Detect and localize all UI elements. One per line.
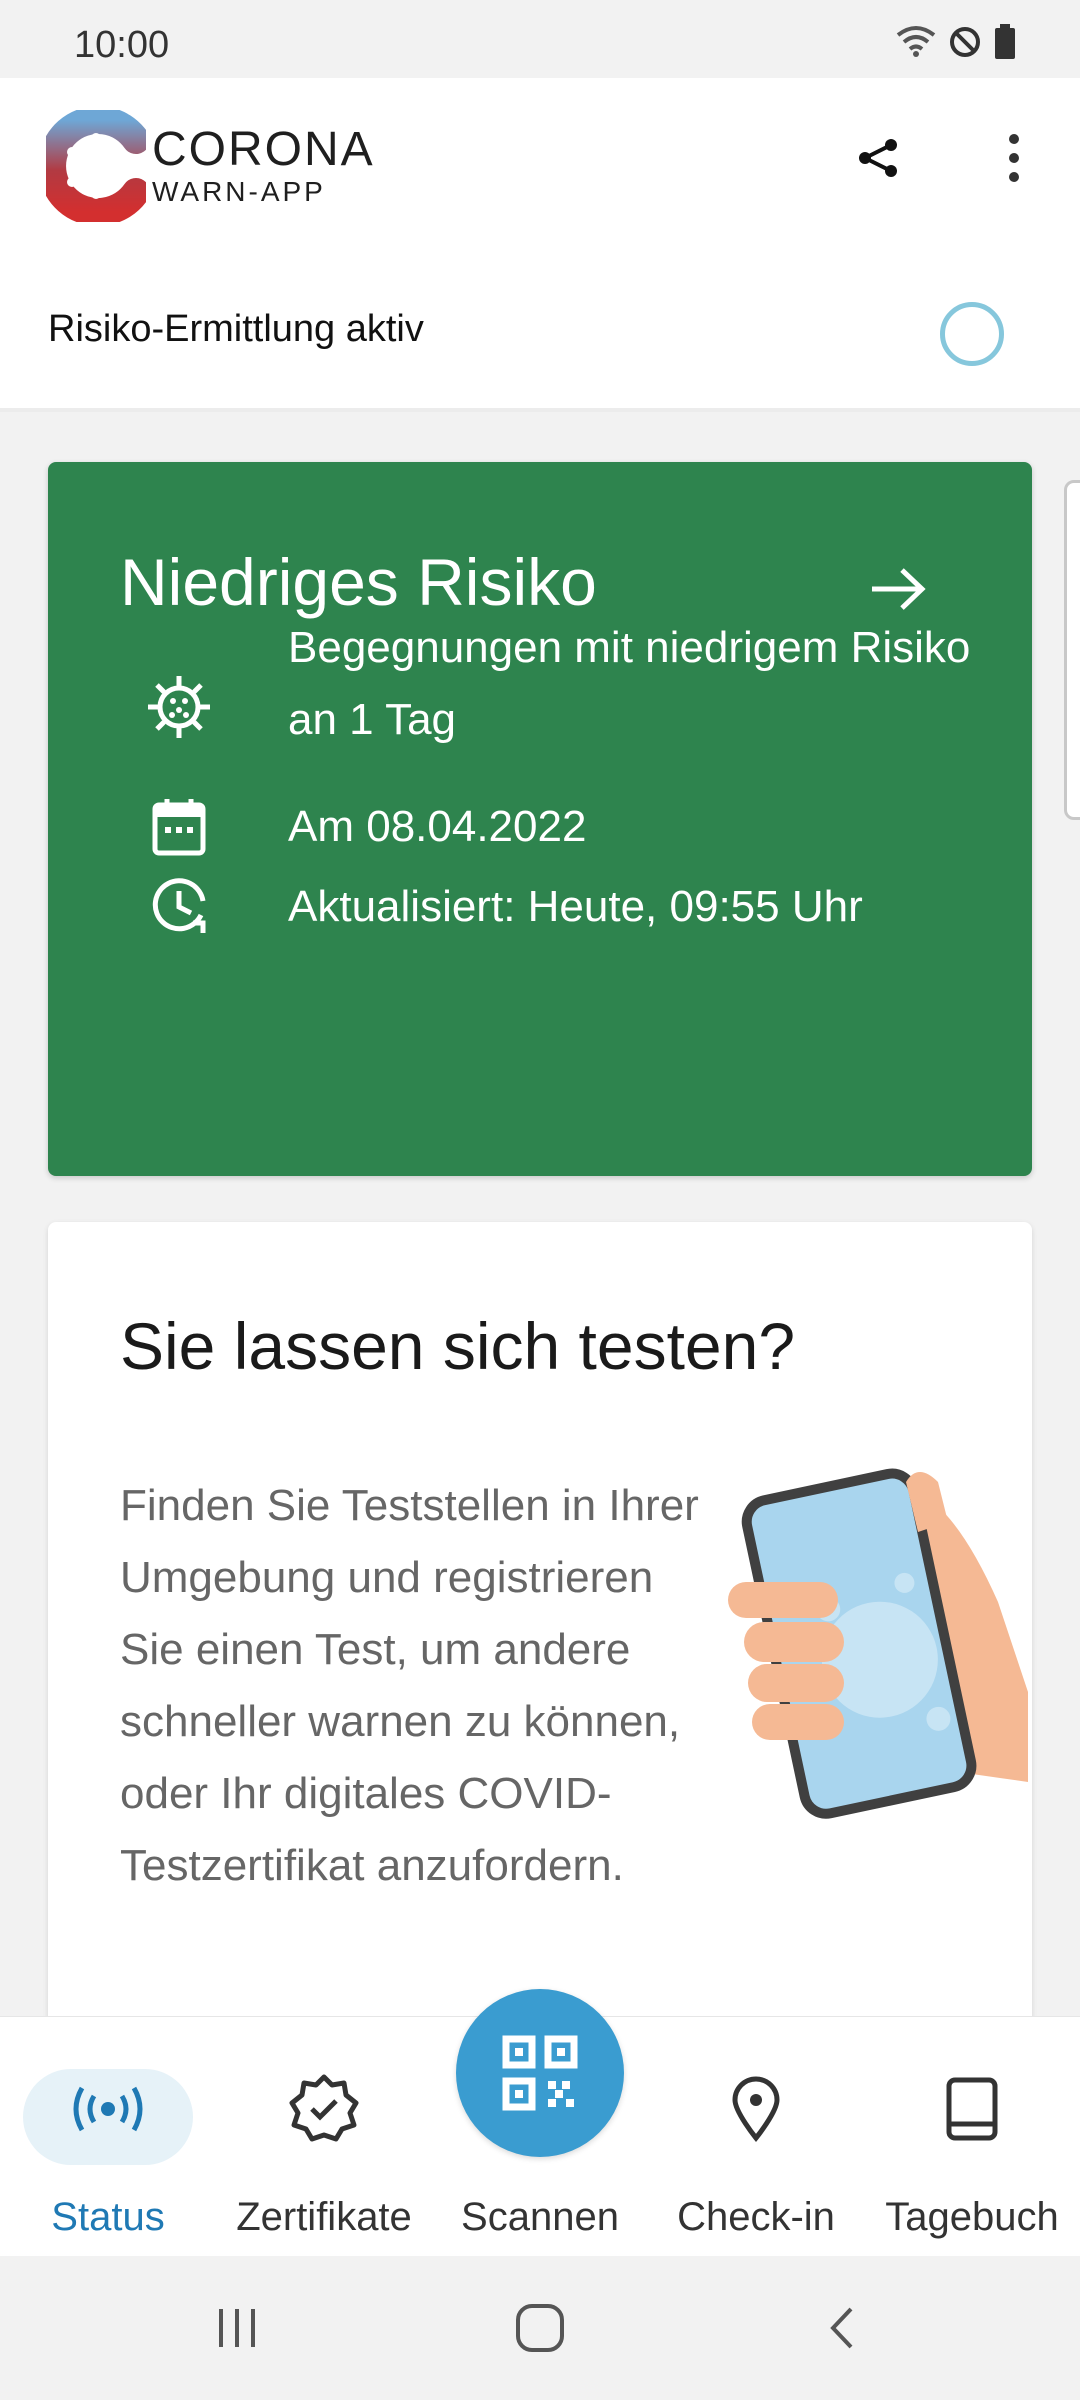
corona-logo-icon xyxy=(46,110,146,222)
app-logo: CORONA WARN-APP xyxy=(46,106,426,226)
app-header: CORONA WARN-APP xyxy=(0,78,1080,268)
status-time: 10:00 xyxy=(74,24,170,66)
bottom-navigation: Status Zertifikate Scannen Check-in Tage… xyxy=(0,1989,1080,2256)
nav-certificates-label: Zertifikate xyxy=(236,2195,412,2239)
back-icon xyxy=(830,2307,853,2349)
nav-status[interactable]: Status xyxy=(8,2047,208,2239)
phone-in-hand-illustration xyxy=(728,1452,1028,1872)
nav-status-label: Status xyxy=(51,2195,165,2239)
recent-apps-button[interactable] xyxy=(198,2296,278,2360)
location-pin-icon xyxy=(716,2069,796,2149)
risk-detection-progress-icon xyxy=(940,302,1004,366)
test-card-text: Finden Sie Teststellen in Ihrer Umgebung… xyxy=(120,1481,699,1890)
nav-checkin-label: Check-in xyxy=(677,2195,835,2239)
encounters-text: Begegnungen mit niedrigem Risiko an 1 Ta… xyxy=(288,623,971,744)
share-button[interactable] xyxy=(850,130,906,186)
qr-code-icon xyxy=(502,2035,578,2111)
next-card-peek[interactable] xyxy=(1064,480,1080,820)
content-scroll-area[interactable]: Niedriges Risiko Begegnungen mit niedrig… xyxy=(0,412,1080,2016)
overflow-menu-button[interactable] xyxy=(986,130,1042,186)
date-text: Am 08.04.2022 xyxy=(288,802,587,851)
nav-checkin[interactable]: Check-in xyxy=(656,2047,856,2239)
back-button[interactable] xyxy=(802,2296,882,2360)
risk-title: Niedriges Risiko xyxy=(120,545,597,619)
logo-subtitle: WARN-APP xyxy=(152,176,326,207)
scan-button[interactable] xyxy=(456,1989,624,2157)
nav-diary-label: Tagebuch xyxy=(885,2195,1059,2239)
status-bar: 10:00 xyxy=(0,0,1080,78)
test-info-card[interactable]: Sie lassen sich testen? Finden Sie Tests… xyxy=(48,1222,1032,2016)
calendar-icon xyxy=(144,792,214,862)
risk-detection-row[interactable]: Risiko-Ermittlung aktiv xyxy=(0,268,1080,412)
system-navigation-bar xyxy=(0,2256,1080,2400)
nav-diary[interactable]: Tagebuch xyxy=(872,2047,1072,2239)
recent-apps-icon xyxy=(219,2309,255,2347)
more-vertical-icon xyxy=(1009,134,1019,182)
share-icon xyxy=(859,139,897,177)
status-icons xyxy=(896,23,1016,65)
book-icon xyxy=(932,2069,1012,2149)
arrow-right-icon xyxy=(868,564,928,614)
virus-icon xyxy=(144,672,214,742)
certificate-badge-icon xyxy=(284,2069,364,2149)
nav-certificates[interactable]: Zertifikate xyxy=(224,2047,424,2239)
home-icon xyxy=(516,2304,564,2352)
do-not-disturb-icon xyxy=(948,25,982,64)
home-button[interactable] xyxy=(500,2296,580,2360)
logo-title: CORONA xyxy=(152,123,375,176)
risk-detection-label: Risiko-Ermittlung aktiv xyxy=(48,308,424,350)
clock-update-icon xyxy=(144,872,214,942)
test-card-title: Sie lassen sich testen? xyxy=(120,1309,796,1383)
nav-scan-label: Scannen xyxy=(461,2195,619,2239)
wifi-icon xyxy=(896,25,936,64)
risk-status-card[interactable]: Niedriges Risiko Begegnungen mit niedrig… xyxy=(48,462,1032,1176)
battery-icon xyxy=(994,23,1016,65)
updated-text: Aktualisiert: Heute, 09:55 Uhr xyxy=(288,882,863,931)
broadcast-icon xyxy=(68,2069,148,2149)
